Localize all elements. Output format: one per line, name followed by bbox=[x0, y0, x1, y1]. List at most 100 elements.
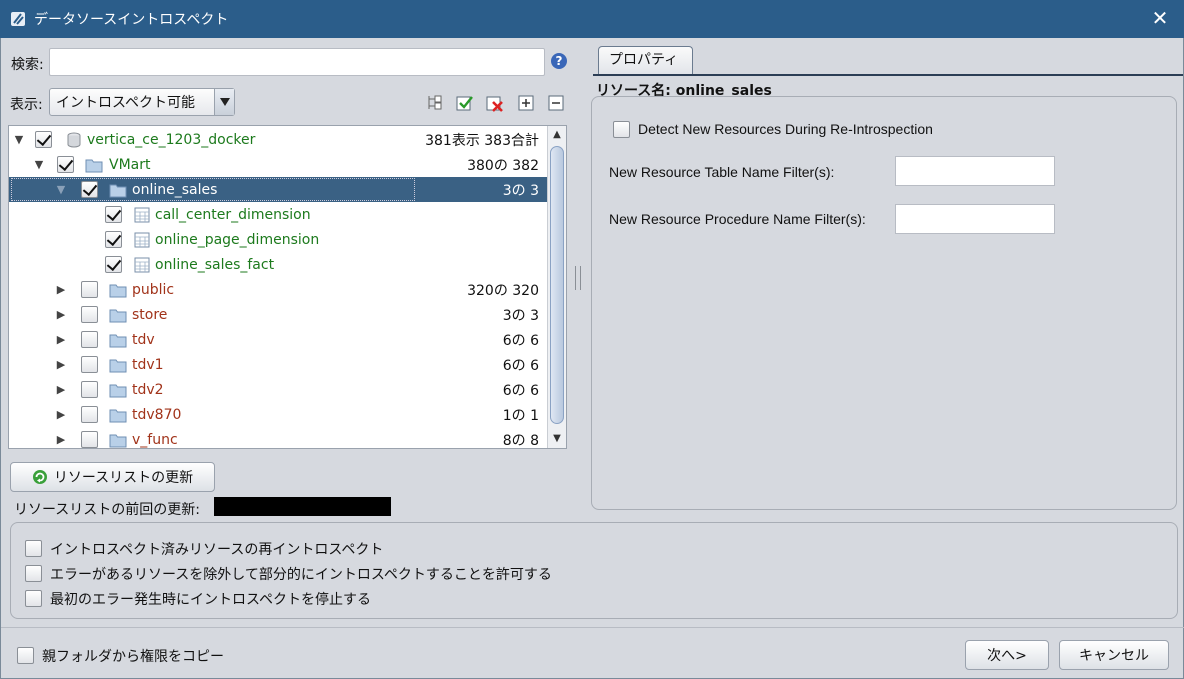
window-title: データソースイントロスペクト bbox=[34, 12, 229, 28]
tree-row-checkbox[interactable] bbox=[81, 381, 98, 398]
expand-toggle-icon[interactable]: ▶ bbox=[55, 358, 67, 371]
expand-toggle-icon[interactable]: ▶ bbox=[55, 433, 67, 446]
tree-row-checkbox[interactable] bbox=[105, 231, 122, 248]
tree-row[interactable]: ▶ tdv2 6の 6 bbox=[9, 377, 547, 402]
resource-tree[interactable]: ▼ vertica_ce_1203_docker 381表示 383合計 ▼ VMart… bbox=[8, 125, 567, 449]
reintrospect-label: イントロスペクト済みリソースの再イントロスペクト bbox=[50, 542, 384, 558]
pane-splitter[interactable] bbox=[572, 38, 584, 522]
folder-icon bbox=[109, 334, 127, 347]
tree-scrollbar[interactable]: ▲ ▼ bbox=[547, 126, 566, 448]
last-update-label: リソースリストの前回の更新: bbox=[14, 502, 201, 518]
reintrospect-checkbox[interactable] bbox=[25, 540, 42, 557]
tree-row-count: 3の 3 bbox=[502, 182, 539, 199]
resource-tree-body: ▼ vertica_ce_1203_docker 381表示 383合計 ▼ VMart… bbox=[9, 126, 547, 448]
table-filter-input[interactable] bbox=[895, 156, 1055, 186]
tree-row[interactable]: call_center_dimension bbox=[9, 202, 547, 227]
copy-permissions-checkbox[interactable] bbox=[17, 647, 34, 664]
splitter-grip[interactable] bbox=[575, 266, 581, 290]
search-label: 検索: bbox=[11, 57, 44, 73]
check-all-icon[interactable] bbox=[456, 94, 474, 112]
procedure-filter-input[interactable] bbox=[895, 204, 1055, 234]
tree-row-checkbox[interactable] bbox=[81, 181, 98, 198]
tree-row-checkbox[interactable] bbox=[81, 356, 98, 373]
tree-row[interactable]: online_sales_fact bbox=[9, 252, 547, 277]
tree-row[interactable]: ▼ vertica_ce_1203_docker 381表示 383合計 bbox=[9, 127, 547, 152]
next-button[interactable]: 次へ> bbox=[965, 640, 1049, 670]
tree-row-checkbox[interactable] bbox=[105, 206, 122, 223]
tree-row-checkbox[interactable] bbox=[81, 331, 98, 348]
uncheck-all-icon[interactable] bbox=[486, 94, 504, 112]
tree-row[interactable]: ▼ VMart 380の 382 bbox=[9, 152, 547, 177]
tree-row-checkbox[interactable] bbox=[81, 306, 98, 323]
expand-all-icon[interactable] bbox=[517, 94, 535, 112]
collapse-toggle-icon[interactable]: ▼ bbox=[13, 133, 25, 146]
display-label: 表示: bbox=[10, 97, 43, 113]
close-icon[interactable]: ✕ bbox=[1150, 8, 1170, 28]
tree-row-count: 381表示 383合計 bbox=[425, 132, 539, 149]
tree-row-label: tdv bbox=[132, 331, 155, 348]
tree-row-label: online_sales bbox=[132, 181, 218, 198]
tree-row[interactable]: ▶ tdv 6の 6 bbox=[9, 327, 547, 352]
tree-row-checkbox[interactable] bbox=[35, 131, 52, 148]
collapse-all-icon[interactable] bbox=[547, 94, 565, 112]
collapse-toggle-icon[interactable]: ▼ bbox=[55, 183, 67, 196]
chevron-down-icon[interactable] bbox=[214, 89, 234, 115]
tree-row-label: tdv870 bbox=[132, 406, 182, 423]
detect-new-resources-label: Detect New Resources During Re-Introspec… bbox=[638, 121, 933, 137]
tree-row-checkbox[interactable] bbox=[81, 281, 98, 298]
tree-row[interactable]: ▶ tdv870 1の 1 bbox=[9, 402, 547, 427]
tree-row-label: online_sales_fact bbox=[155, 256, 275, 273]
search-input[interactable] bbox=[49, 48, 545, 76]
expand-toggle-icon[interactable]: ▶ bbox=[55, 333, 67, 346]
tree-row[interactable]: ▼ online_sales 3の 3 bbox=[9, 177, 547, 202]
tree-row[interactable]: ▶ public 320の 320 bbox=[9, 277, 547, 302]
collapse-toggle-icon[interactable]: ▼ bbox=[33, 158, 45, 171]
expand-toggle-icon[interactable]: ▶ bbox=[55, 408, 67, 421]
tab-strip-line bbox=[593, 74, 1183, 78]
title-bar: データソースイントロスペクト ✕ bbox=[0, 0, 1184, 38]
footer-separator bbox=[1, 627, 1184, 628]
tree-row[interactable]: ▶ store 3の 3 bbox=[9, 302, 547, 327]
detect-new-resources-checkbox[interactable] bbox=[613, 121, 630, 138]
table-icon bbox=[134, 207, 150, 222]
expand-toggle-icon[interactable]: ▶ bbox=[55, 383, 67, 396]
scroll-down-icon[interactable]: ▼ bbox=[548, 430, 566, 448]
tree-row-label: VMart bbox=[109, 156, 151, 173]
folder-icon bbox=[109, 284, 127, 297]
scroll-up-icon[interactable]: ▲ bbox=[548, 126, 566, 144]
refresh-resource-list-button[interactable]: リソースリストの更新 bbox=[10, 462, 215, 492]
display-filter-select[interactable]: イントロスペクト可能 bbox=[49, 88, 235, 116]
folder-icon bbox=[109, 434, 127, 447]
tree-row-checkbox[interactable] bbox=[105, 256, 122, 273]
tree-row-count: 6の 6 bbox=[502, 332, 539, 349]
app-icon bbox=[11, 12, 25, 26]
tree-row-label: call_center_dimension bbox=[155, 206, 311, 223]
tree-row-count: 1の 1 bbox=[502, 407, 539, 424]
folder-icon bbox=[109, 384, 127, 397]
tree-row-label: tdv1 bbox=[132, 356, 164, 373]
cancel-button[interactable]: キャンセル bbox=[1059, 640, 1169, 670]
expand-toggle-icon[interactable]: ▶ bbox=[55, 283, 67, 296]
tab-properties[interactable]: プロパティ bbox=[598, 46, 693, 74]
tree-row-checkbox[interactable] bbox=[81, 406, 98, 423]
tree-row-count: 380の 382 bbox=[467, 157, 539, 174]
tree-expand-icon[interactable] bbox=[425, 94, 443, 112]
tree-row-count: 320の 320 bbox=[467, 282, 539, 299]
folder-icon bbox=[109, 309, 127, 322]
tree-row-checkbox[interactable] bbox=[81, 431, 98, 448]
tree-row-count: 6の 6 bbox=[502, 357, 539, 374]
stop-on-error-checkbox[interactable] bbox=[25, 590, 42, 607]
tree-row-label: online_page_dimension bbox=[155, 231, 320, 248]
allow-partial-checkbox[interactable] bbox=[25, 565, 42, 582]
tree-row-label: public bbox=[132, 281, 175, 298]
tree-row-count: 3の 3 bbox=[502, 307, 539, 324]
introspection-options-panel: イントロスペクト済みリソースの再イントロスペクト エラーがあるリソースを除外して… bbox=[10, 522, 1178, 619]
tree-row[interactable]: ▶ tdv1 6の 6 bbox=[9, 352, 547, 377]
help-icon[interactable]: ? bbox=[551, 53, 567, 69]
tree-row-checkbox[interactable] bbox=[57, 156, 74, 173]
tree-row[interactable]: ▶ v_func 8の 8 bbox=[9, 427, 547, 448]
expand-toggle-icon[interactable]: ▶ bbox=[55, 308, 67, 321]
tree-row[interactable]: online_page_dimension bbox=[9, 227, 547, 252]
folder-icon bbox=[109, 409, 127, 422]
scrollbar-thumb[interactable] bbox=[550, 146, 564, 424]
